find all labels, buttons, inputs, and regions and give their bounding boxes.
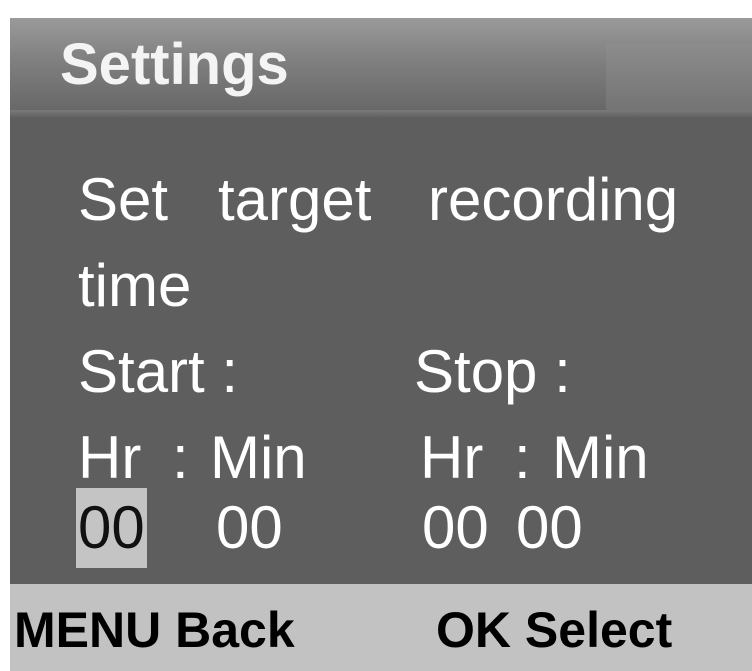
stop-hour-field[interactable]: 00 [422, 492, 489, 564]
ok-select-hint[interactable]: OK Select [436, 600, 672, 660]
prompt-line-2: time [78, 252, 192, 319]
menu-back-hint[interactable]: MENU Back [14, 600, 295, 660]
stop-hr-unit: Hr [420, 424, 484, 491]
page-title: Settings [60, 32, 289, 97]
start-minute-field[interactable]: 00 [216, 492, 283, 564]
stop-unit-separator: : [514, 424, 531, 491]
prompt-word-recording: recording [428, 166, 679, 233]
title-bar-band [606, 44, 752, 110]
prompt-word-target: target [218, 166, 372, 233]
start-hr-unit: Hr [78, 424, 142, 491]
prompt-word-set: Set [78, 166, 169, 233]
start-hour-field[interactable]: 00 [76, 488, 147, 568]
ok-action-label: Select [524, 602, 673, 658]
title-bar-shadow [10, 110, 752, 118]
settings-screen: Settings Set target recording time Start… [10, 18, 752, 671]
menu-key-label: MENU [14, 602, 162, 658]
stop-label: Stop : [414, 338, 571, 405]
menu-action-label: Back [175, 602, 295, 658]
title-bar: Settings [10, 18, 752, 118]
stop-minute-field[interactable]: 00 [516, 492, 583, 564]
footer-bar: MENU Back OK Select [10, 584, 752, 671]
start-label: Start : [78, 338, 239, 405]
stop-min-unit: Min [552, 424, 649, 491]
start-min-unit: Min [210, 424, 307, 491]
ok-key-label: OK [436, 602, 511, 658]
start-unit-separator: : [172, 424, 189, 491]
